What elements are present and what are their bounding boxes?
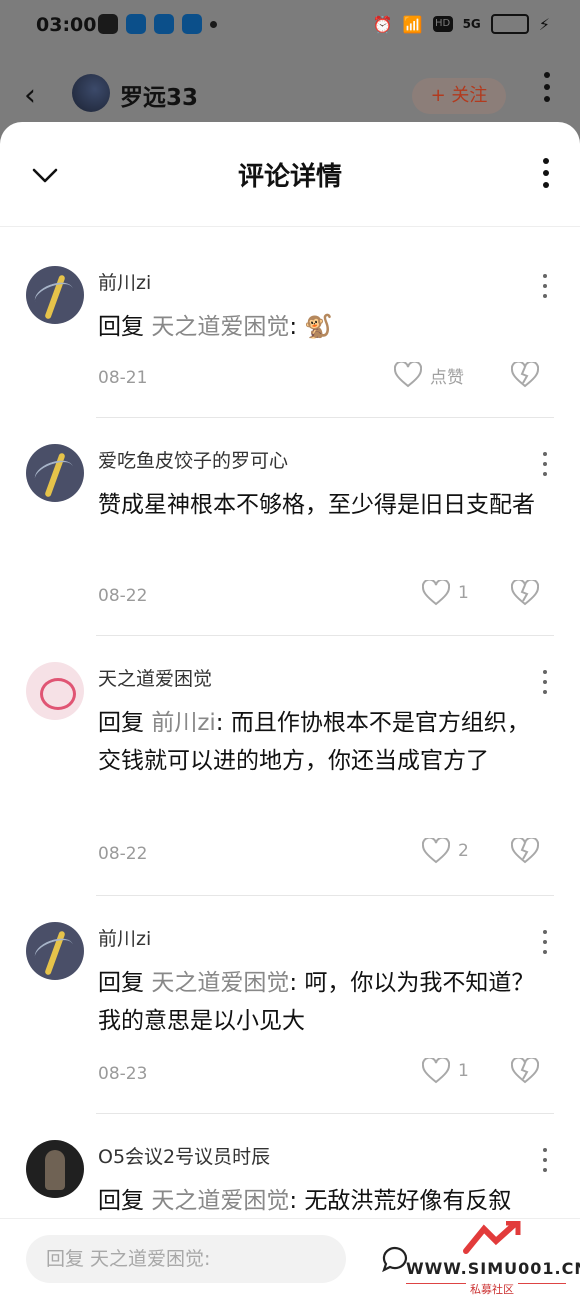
user-avatar[interactable] — [72, 74, 110, 112]
alarm-icon: ⏰ — [372, 14, 393, 34]
comment-item[interactable]: 前川zi 回复 天之道爱困觉: 呵，你以为我不知道？我的意思是以小见大 08-2… — [0, 896, 580, 1114]
comment-date: 08-21 — [98, 368, 148, 388]
sheet-more-icon[interactable] — [542, 158, 550, 188]
user-name[interactable]: 罗远33 — [120, 78, 198, 112]
comment-text: 回复 前川zi: 而且作协根本不是官方组织，交钱就可以进的地方，你还当成官方了 — [98, 710, 530, 774]
like-button[interactable]: 1 — [422, 580, 469, 606]
dislike-heart-icon[interactable] — [511, 1058, 539, 1084]
comment-author[interactable]: 前川zi — [98, 268, 151, 295]
status-time: 03:00 — [36, 14, 97, 36]
message-icon — [98, 14, 118, 34]
comment-more-icon[interactable] — [541, 670, 549, 694]
comment-more-icon[interactable] — [541, 930, 549, 954]
avatar[interactable] — [26, 662, 84, 720]
like-count: 2 — [458, 841, 469, 861]
follow-button[interactable]: + 关注 — [412, 78, 506, 114]
heart-icon — [394, 362, 422, 388]
wifi-icon: 📶 — [402, 14, 423, 34]
dislike-heart-icon[interactable] — [511, 362, 539, 388]
comment-list: 前川zi 回复 天之道爱困觉: 🐒 08-21 点赞 爱吃鱼皮饺子的罗可心 赞成… — [0, 240, 580, 1234]
heart-icon — [422, 580, 450, 606]
signal-icon: 5G — [462, 17, 481, 31]
comment-author[interactable]: O5会议2号议员时辰 — [98, 1142, 270, 1169]
comment-more-icon[interactable] — [541, 452, 549, 476]
watermark-subtext: 私募社区 — [466, 1281, 518, 1297]
battery-icon — [490, 14, 529, 34]
like-count: 1 — [458, 1061, 469, 1081]
more-options-icon[interactable] — [540, 72, 554, 102]
like-button[interactable]: 1 — [422, 1058, 469, 1084]
comment-text: 赞成星神根本不够格，至少得是旧日支配者 — [98, 492, 535, 518]
comment-date: 08-23 — [98, 1064, 148, 1084]
charging-icon: ⚡ — [538, 14, 550, 34]
avatar[interactable] — [26, 922, 84, 980]
heart-icon — [422, 838, 450, 864]
dislike-heart-icon[interactable] — [511, 838, 539, 864]
comment-more-icon[interactable] — [541, 274, 549, 298]
watermark-logo-icon — [463, 1221, 521, 1254]
sheet-title: 评论详情 — [237, 162, 342, 192]
hd-icon: HD — [432, 16, 453, 32]
reply-target[interactable]: 前川zi — [151, 710, 215, 736]
more-notifications-icon — [210, 21, 217, 28]
comment-more-icon[interactable] — [541, 1148, 549, 1172]
browser-icon — [182, 14, 202, 34]
comment-item[interactable]: 天之道爱困觉 回复 前川zi: 而且作协根本不是官方组织，交钱就可以进的地方，你… — [0, 636, 580, 896]
qq-icon — [126, 14, 146, 34]
comment-author[interactable]: 天之道爱困觉 — [98, 664, 212, 691]
avatar[interactable] — [26, 266, 84, 324]
status-indicators: ⏰ 📶 HD 5G ⚡ — [373, 14, 550, 34]
heart-icon — [422, 1058, 450, 1084]
comment-item[interactable]: 前川zi 回复 天之道爱困觉: 🐒 08-21 点赞 — [0, 240, 580, 418]
comment-text: 回复 天之道爱困觉: 🐒 — [98, 314, 334, 340]
comment-item[interactable]: O5会议2号议员时辰 回复 天之道爱困觉: 无敌洪荒好像有反叙 — [0, 1114, 580, 1234]
status-bar: 03:00 ⏰ 📶 HD 5G ⚡ — [0, 0, 580, 52]
like-count: 点赞 — [430, 367, 464, 388]
sheet-header: 评论详情 — [0, 122, 580, 227]
like-button[interactable]: 点赞 — [394, 362, 464, 388]
watermark: WWW.SIMU001.CN 私募社区 — [400, 1219, 580, 1300]
baidu-icon — [154, 14, 174, 34]
watermark-text: WWW.SIMU001.CN — [406, 1259, 580, 1278]
reply-target[interactable]: 天之道爱困觉 — [151, 314, 289, 340]
comment-date: 08-22 — [98, 844, 148, 864]
comment-item[interactable]: 爱吃鱼皮饺子的罗可心 赞成星神根本不够格，至少得是旧日支配者 08-22 1 — [0, 418, 580, 636]
comment-text: 回复 天之道爱困觉: 呵，你以为我不知道？我的意思是以小见大 — [98, 970, 535, 1034]
background-header: ‹ 罗远33 + 关注 — [0, 52, 580, 132]
comment-detail-sheet: 评论详情 前川zi 回复 天之道爱困觉: 🐒 08-21 点赞 爱吃鱼皮饺子的罗… — [0, 122, 580, 1299]
notification-icons — [98, 14, 217, 34]
reply-bar: WWW.SIMU001.CN 私募社区 — [0, 1218, 580, 1300]
avatar[interactable] — [26, 444, 84, 502]
reply-target[interactable]: 天之道爱困觉 — [151, 1188, 289, 1214]
comment-text: 回复 天之道爱困觉: 无敌洪荒好像有反叙 — [98, 1188, 512, 1214]
reply-target[interactable]: 天之道爱困觉 — [151, 970, 289, 996]
reply-input[interactable] — [26, 1235, 346, 1283]
back-icon[interactable]: ‹ — [24, 78, 36, 113]
dislike-heart-icon[interactable] — [511, 580, 539, 606]
like-count: 1 — [458, 583, 469, 603]
avatar[interactable] — [26, 1140, 84, 1198]
comment-author[interactable]: 前川zi — [98, 924, 151, 951]
comment-date: 08-22 — [98, 586, 148, 606]
like-button[interactable]: 2 — [422, 838, 469, 864]
comment-author[interactable]: 爱吃鱼皮饺子的罗可心 — [98, 446, 288, 473]
